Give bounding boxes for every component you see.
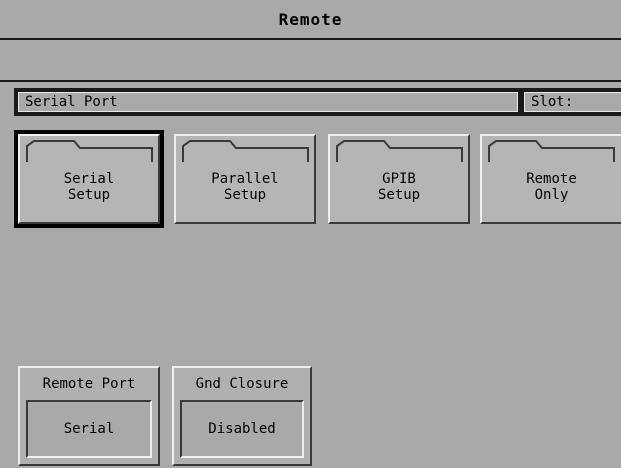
gpib-setup-button[interactable]: GPIB Setup xyxy=(328,134,470,224)
remote-port-status[interactable]: Remote Port Serial xyxy=(18,366,160,466)
parallel-setup-label: Parallel Setup xyxy=(211,171,279,203)
window-title: Remote xyxy=(278,9,343,29)
gnd-closure-value: Disabled xyxy=(180,400,304,458)
parallel-setup-button[interactable]: Parallel Setup xyxy=(174,134,316,224)
remote-only-button[interactable]: Remote Only xyxy=(480,134,621,224)
serial-setup-label: Serial Setup xyxy=(63,171,115,203)
folder-tab-icon xyxy=(182,140,309,162)
divider-line xyxy=(0,80,621,82)
remote-port-value: Serial xyxy=(26,400,152,458)
folder-tab-icon xyxy=(26,140,153,162)
serial-setup-button[interactable]: Serial Setup xyxy=(14,130,164,228)
gnd-closure-caption: Gnd Closure xyxy=(195,376,289,392)
folder-tab-icon xyxy=(488,140,615,162)
slot-field: Slot: xyxy=(524,92,621,112)
folder-tab-icon xyxy=(336,140,463,162)
window-title-bar: Remote xyxy=(0,0,621,40)
gnd-closure-status[interactable]: Gnd Closure Disabled xyxy=(172,366,312,466)
port-name-field: Serial Port xyxy=(18,92,518,112)
port-bar: Serial Port Slot: xyxy=(14,88,621,116)
remote-only-label: Remote Only xyxy=(526,171,577,203)
gpib-setup-label: GPIB Setup xyxy=(377,171,421,203)
remote-port-caption: Remote Port xyxy=(42,376,136,392)
